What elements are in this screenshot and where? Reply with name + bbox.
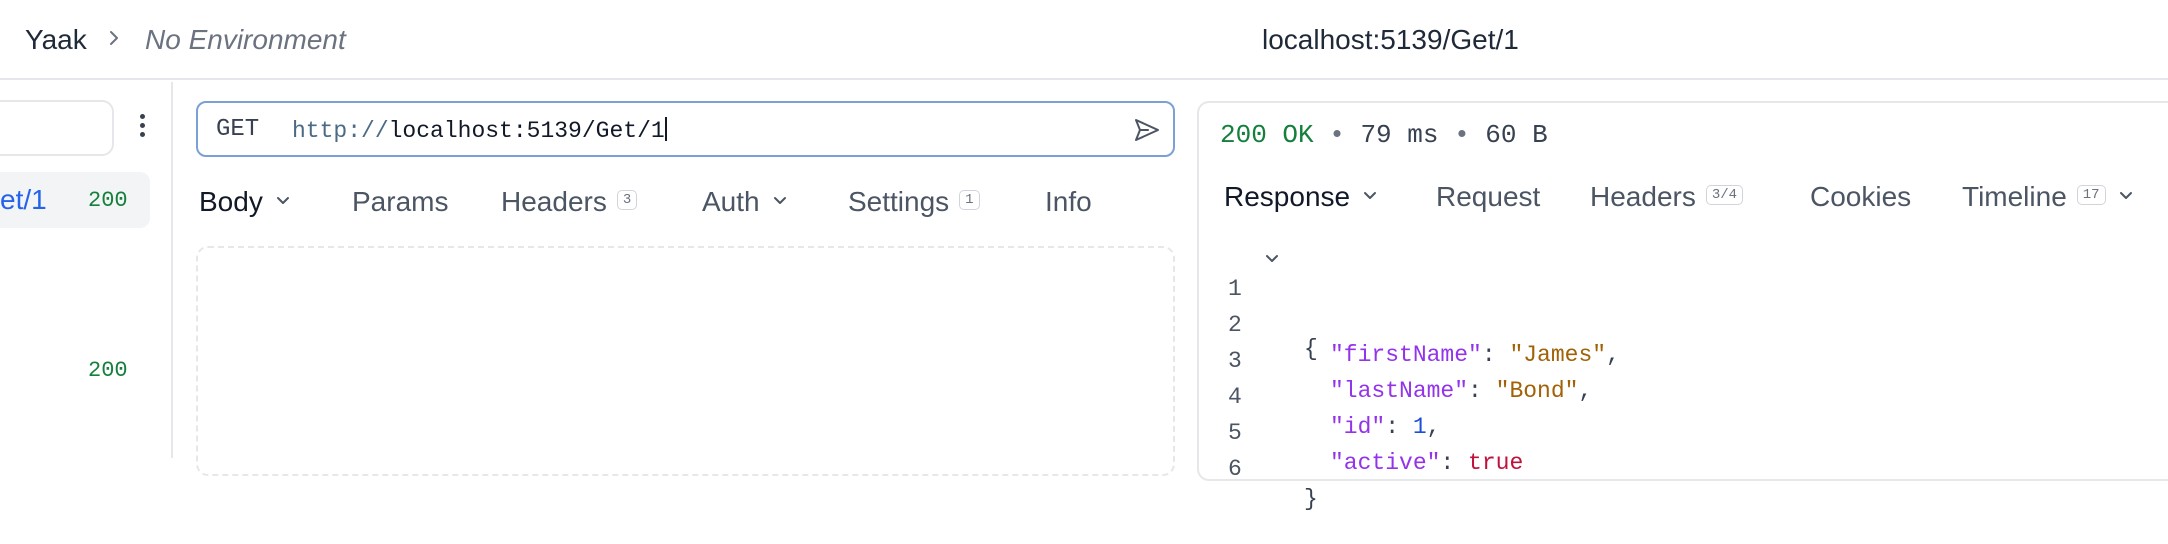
tab-settings[interactable]: Settings 1 <box>848 186 980 218</box>
tab-headers[interactable]: Headers 3 <box>501 186 638 218</box>
line-number: 6 <box>1228 456 1242 482</box>
chevron-down-icon <box>2119 192 2132 199</box>
request-body-editor[interactable] <box>196 246 1175 476</box>
tab-label: Request <box>1436 181 1541 212</box>
send-icon[interactable] <box>1132 115 1162 145</box>
tab-label: Settings <box>848 186 950 217</box>
code-line: 1 { <box>1220 244 2150 362</box>
count-badge: 1 <box>959 190 980 210</box>
chevron-down-icon[interactable] <box>1264 251 1280 267</box>
response-size: 60 B <box>1485 120 1548 150</box>
url-path: localhost:5139/Get/1 <box>388 118 665 144</box>
separator-dot: • <box>1329 120 1345 150</box>
count-badge: 17 <box>2076 185 2106 205</box>
code-line: 5 "active": true <box>1220 388 2150 476</box>
url-bar[interactable]: GET http://localhost:5139/Get/1 <box>196 101 1175 157</box>
method-selector[interactable]: GET <box>216 116 259 143</box>
chevron-down-icon <box>773 197 786 204</box>
response-body-viewer[interactable]: 1 { 2 "firstName": "James", 3 "lastName"… <box>1220 244 2150 512</box>
tab-auth[interactable]: Auth <box>702 186 788 218</box>
code-line: 3 "lastName": "Bond", <box>1220 316 2150 404</box>
sidebar: et/1 200 200 <box>0 82 173 458</box>
tab-response-headers[interactable]: Headers 3/4 <box>1590 181 1744 213</box>
response-time: 79 ms <box>1360 120 1439 150</box>
tab-label: Cookies <box>1810 181 1912 212</box>
tab-request[interactable]: Request <box>1436 181 1540 213</box>
tab-label: Params <box>352 186 449 217</box>
count-badge: 3/4 <box>1705 185 1744 205</box>
window-title: localhost:5139/Get/1 <box>1262 24 1519 55</box>
tab-label: Timeline <box>1962 181 2067 212</box>
tab-label: Body <box>199 186 263 217</box>
chevron-down-icon <box>1364 192 1377 199</box>
tab-label: Auth <box>702 186 760 217</box>
sidebar-item-label: et/1 <box>0 184 47 215</box>
more-vertical-icon[interactable] <box>132 114 152 142</box>
sidebar-item-get-1[interactable]: et/1 200 <box>0 172 150 228</box>
code-line: 2 "firstName": "James", <box>1220 280 2150 368</box>
tab-params[interactable]: Params <box>352 186 448 218</box>
code-line: 4 "id": 1, <box>1220 352 2150 440</box>
tab-body[interactable]: Body <box>199 186 291 218</box>
separator-dot: • <box>1454 120 1470 150</box>
sidebar-item-status: 200 <box>88 358 128 383</box>
status-code: 200 OK <box>1220 120 1314 150</box>
url-input[interactable]: http://localhost:5139/Get/1 <box>292 117 667 144</box>
json-brace: } <box>1304 486 1318 512</box>
tab-response[interactable]: Response <box>1224 181 1378 213</box>
tab-label: Headers <box>501 186 607 217</box>
title-bar: Yaak No Environment localhost:5139/Get/1 <box>0 0 2168 80</box>
count-badge: 3 <box>616 190 638 210</box>
sidebar-item-status: 200 <box>88 188 128 213</box>
code-line: 6 } <box>1220 424 2150 512</box>
chevron-right-icon <box>110 31 118 45</box>
response-status-line: 200 OK • 79 ms • 60 B <box>1220 120 1548 150</box>
text-caret <box>664 117 667 141</box>
app-name[interactable]: Yaak <box>25 24 87 56</box>
tab-timeline[interactable]: Timeline 17 <box>1962 181 2134 213</box>
url-protocol: http:// <box>292 118 389 144</box>
tab-info[interactable]: Info <box>1045 186 1092 218</box>
environment-selector[interactable]: No Environment <box>145 24 346 56</box>
tab-label: Response <box>1224 181 1351 212</box>
sidebar-filter-input[interactable] <box>0 100 114 156</box>
tab-label: Info <box>1045 186 1092 217</box>
chevron-down-icon <box>276 197 289 204</box>
tab-label: Headers <box>1590 181 1696 212</box>
tab-cookies[interactable]: Cookies <box>1810 181 1911 213</box>
